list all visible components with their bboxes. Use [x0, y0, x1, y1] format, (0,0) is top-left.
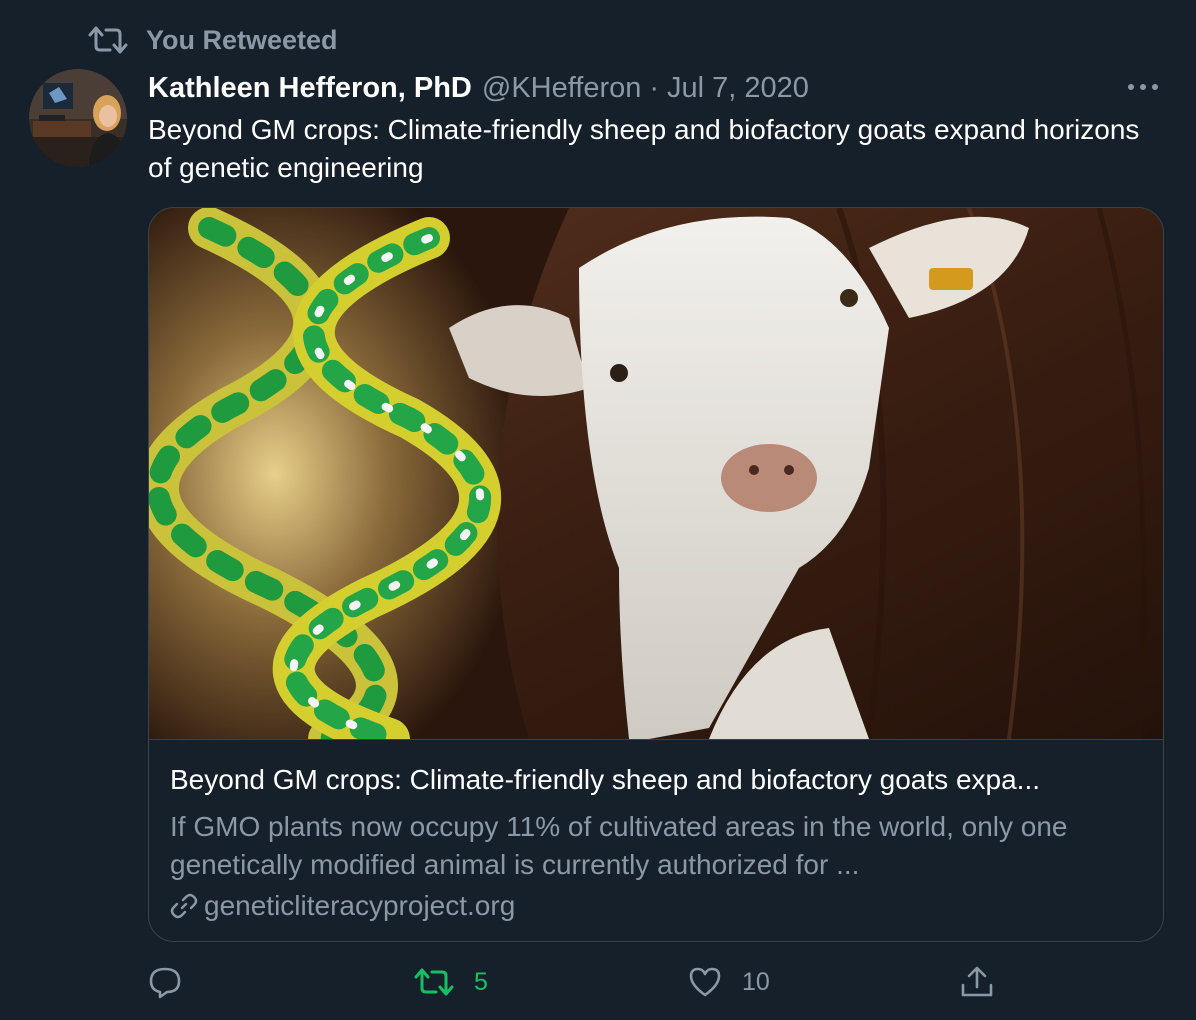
card-domain[interactable]: geneticliteracyproject.org [170, 888, 515, 924]
avatar[interactable] [29, 69, 127, 167]
card-image[interactable] [149, 208, 1163, 760]
tweet[interactable]: You Retweeted Kathleen Hefferon, PhD @KH… [0, 0, 1196, 1020]
retweet-count: 5 [474, 967, 488, 996]
author-handle[interactable]: @KHefferon [482, 72, 642, 105]
avatar-photo [29, 69, 127, 167]
retweet-button[interactable]: 5 [414, 958, 488, 1006]
retweet-icon [414, 968, 454, 996]
dna-and-goat-image [149, 208, 1163, 760]
reply-button[interactable] [148, 958, 202, 1006]
tweet-header: Kathleen Hefferon, PhD @KHefferon · Jul … [148, 68, 809, 108]
share-icon [961, 966, 993, 997]
more-icon [1128, 84, 1158, 90]
like-count: 10 [742, 967, 770, 996]
like-button[interactable]: 10 [688, 958, 770, 1006]
separator-dot: · [649, 71, 660, 104]
retweet-banner-label[interactable]: You Retweeted [146, 25, 338, 56]
link-card[interactable]: Beyond GM crops: Climate-friendly sheep … [148, 207, 1164, 942]
share-button[interactable] [960, 958, 1014, 1006]
card-description: If GMO plants now occupy 11% of cultivat… [170, 811, 1068, 880]
retweet-banner: You Retweeted [88, 22, 338, 58]
card-domain-text: geneticliteracyproject.org [204, 890, 516, 921]
card-body[interactable]: Beyond GM crops: Climate-friendly sheep … [149, 739, 1163, 941]
retweet-icon [88, 26, 128, 54]
tweet-actions: 5 10 [0, 958, 1196, 1006]
tweet-text: Beyond GM crops: Climate-friendly sheep … [148, 114, 1140, 183]
reply-icon [149, 967, 181, 999]
card-title[interactable]: Beyond GM crops: Climate-friendly sheep … [170, 762, 1145, 798]
more-options-button[interactable] [1122, 72, 1164, 102]
tweet-date[interactable]: Jul 7, 2020 [667, 72, 809, 105]
link-icon [170, 893, 198, 919]
author-name[interactable]: Kathleen Hefferon, PhD [148, 72, 472, 105]
heart-icon [689, 967, 721, 997]
